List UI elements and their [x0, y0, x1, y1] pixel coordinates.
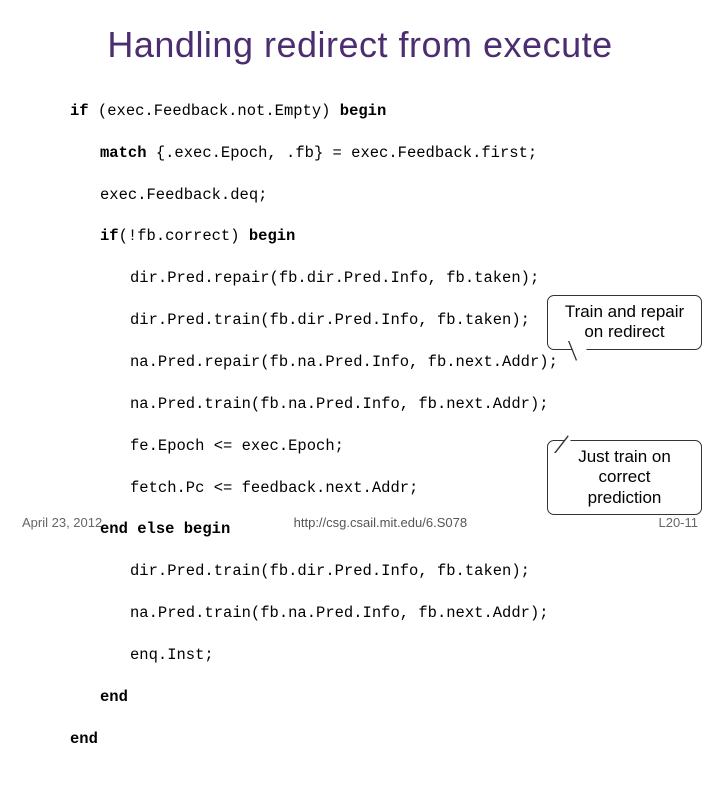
callout-tail-icon — [555, 436, 575, 454]
kw-begin: begin — [340, 102, 387, 120]
kw-end: end — [70, 730, 98, 748]
code-text: enq.Inst; — [130, 646, 214, 664]
code-text: (exec.Feedback.not.Empty) — [89, 102, 340, 120]
code-text: (!fb.correct) — [119, 227, 249, 245]
kw-end: end — [100, 688, 128, 706]
code-text: {.exec.Epoch, .fb} = exec.Feedback.first… — [147, 144, 538, 162]
code-text: na.Pred.train(fb.na.Pred.Info, fb.next.A… — [130, 604, 549, 622]
kw-if: if — [100, 227, 119, 245]
kw-if: if — [70, 102, 89, 120]
code-text: fe.Epoch <= exec.Epoch; — [130, 437, 344, 455]
code-text: na.Pred.train(fb.na.Pred.Info, fb.next.A… — [130, 395, 549, 413]
callout-tail-icon — [569, 340, 595, 360]
kw-begin: begin — [249, 227, 296, 245]
code-text: exec.Feedback.deq; — [100, 186, 267, 204]
footer-url: http://csg.csail.mit.edu/6.S078 — [102, 515, 658, 530]
code-text: dir.Pred.train(fb.dir.Pred.Info, fb.take… — [130, 562, 530, 580]
slide-footer: April 23, 2012 http://csg.csail.mit.edu/… — [0, 515, 720, 530]
kw-match: match — [100, 144, 147, 162]
code-text: dir.Pred.repair(fb.dir.Pred.Info, fb.tak… — [130, 269, 539, 287]
slide-title: Handling redirect from execute — [30, 24, 690, 66]
footer-date: April 23, 2012 — [22, 515, 102, 530]
code-text: fetch.Pc <= feedback.next.Addr; — [130, 479, 418, 497]
footer-slide-number: L20-11 — [658, 515, 698, 530]
callout-line: Train and repair — [560, 302, 689, 322]
code-block: if (exec.Feedback.not.Empty) begin match… — [30, 80, 690, 791]
callout-line: correct prediction — [560, 467, 689, 508]
code-text: na.Pred.repair(fb.na.Pred.Info, fb.next.… — [130, 353, 558, 371]
code-text: dir.Pred.train(fb.dir.Pred.Info, fb.take… — [130, 311, 530, 329]
callout-line: Just train on — [560, 447, 689, 467]
